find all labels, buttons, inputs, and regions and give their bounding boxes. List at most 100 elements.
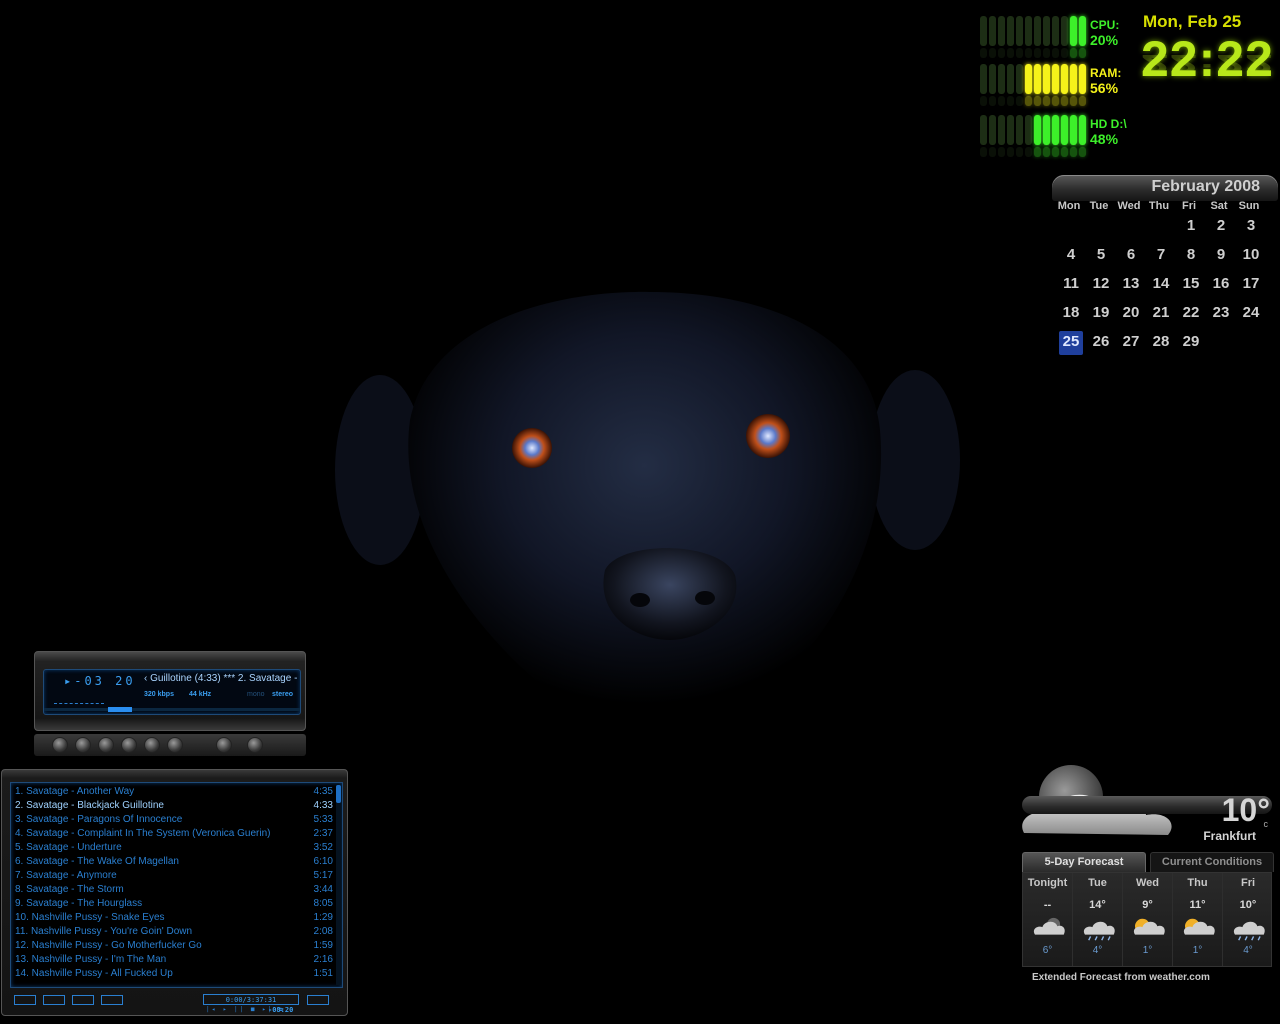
track-title: 10. Nashville Pussy - Snake Eyes (15, 912, 165, 923)
player-time[interactable]: ▸-03 20 (64, 674, 136, 688)
calendar-day[interactable]: 8 (1176, 244, 1206, 273)
playlist-scroll-thumb[interactable] (336, 785, 341, 803)
weekday-label: Tue (1089, 200, 1109, 212)
forecast-high: 14° (1089, 899, 1106, 911)
calendar-day[interactable]: 14 (1146, 273, 1176, 302)
playlist-row[interactable]: 10. Nashville Pussy - Snake Eyes 1:29 (15, 911, 333, 925)
meter-segment (1043, 64, 1050, 94)
meter-segment (989, 115, 996, 145)
calendar-day[interactable]: 16 (1206, 273, 1236, 302)
meter-segment (1070, 64, 1077, 94)
extended-forecast-link[interactable]: Extended Forecast from weather.com (1032, 972, 1210, 983)
playlist-scrollbar[interactable] (336, 785, 341, 985)
stop-button[interactable] (121, 737, 137, 753)
playlist-row[interactable]: 8. Savatage - The Storm 3:44 (15, 883, 333, 897)
meter-segment (1016, 96, 1023, 106)
misc-button[interactable] (101, 995, 123, 1005)
calendar-day[interactable]: 22 (1176, 302, 1206, 331)
calendar-day[interactable]: 19 (1086, 302, 1116, 331)
calendar-day[interactable]: 9 (1206, 244, 1236, 273)
temperature-unit: c (1263, 819, 1269, 829)
playlist-row[interactable]: 6. Savatage - The Wake Of Magellan 6:10 (15, 855, 333, 869)
meter-segment (1079, 115, 1086, 145)
meter-segment (1034, 147, 1041, 157)
spectrum-visualizer[interactable] (54, 690, 104, 704)
calendar-day[interactable]: 11 (1056, 273, 1086, 302)
calendar-day[interactable]: 12 (1086, 273, 1116, 302)
clock-date: Mon, Feb 25 (1143, 12, 1242, 31)
forecast-high: -- (1043, 899, 1052, 911)
calendar-day[interactable]: 24 (1236, 302, 1266, 331)
remove-button[interactable] (43, 995, 65, 1005)
calendar-day[interactable]: 15 (1176, 273, 1206, 302)
playlist-row[interactable]: 1. Savatage - Another Way 4:35 (15, 785, 333, 799)
meter-segment (998, 147, 1005, 157)
calendar-day[interactable]: 21 (1146, 302, 1176, 331)
playlist-row[interactable]: 3. Savatage - Paragons Of Innocence 5:33 (15, 813, 333, 827)
meter-segment (1052, 115, 1059, 145)
calendar-day[interactable]: 17 (1236, 273, 1266, 302)
meter-segment (1061, 16, 1068, 46)
shuffle-button[interactable] (216, 737, 232, 753)
meter-segment (1025, 48, 1032, 58)
playlist-row[interactable]: 13. Nashville Pussy - I'm The Man 2:16 (15, 953, 333, 967)
calendar-day[interactable]: 5 (1086, 244, 1116, 273)
pause-button[interactable] (98, 737, 114, 753)
calendar-widget: February 2008 Mon Tue Wed Thu Fri Sat Su… (1052, 175, 1278, 360)
tab-current-conditions[interactable]: Current Conditions (1150, 852, 1274, 872)
previous-button[interactable] (52, 737, 68, 753)
meter-segment (989, 96, 996, 106)
playlist-row[interactable]: 7. Savatage - Anymore 5:17 (15, 869, 333, 883)
weekday-label: Sun (1238, 200, 1260, 212)
calendar-day[interactable]: 3 (1236, 215, 1266, 244)
forecast-day: Wed 9° 1° (1123, 873, 1173, 966)
meter-segment (1016, 64, 1023, 94)
meter-segment (1043, 147, 1050, 157)
calendar-day[interactable]: 20 (1116, 302, 1146, 331)
calendar-day[interactable]: 4 (1056, 244, 1086, 273)
calendar-day[interactable]: 1 (1176, 215, 1206, 244)
ram-value: 56% (1090, 80, 1119, 96)
track-length: 2:37 (313, 828, 333, 839)
play-button[interactable] (75, 737, 91, 753)
meter-segment (1052, 64, 1059, 94)
repeat-button[interactable] (247, 737, 263, 753)
playlist-row[interactable]: 14. Nashville Pussy - All Fucked Up 1:51 (15, 967, 333, 981)
meter-segment (1061, 147, 1068, 157)
calendar-day[interactable]: 7 (1146, 244, 1176, 273)
playlist-row[interactable]: 5. Savatage - Underture 3:52 (15, 841, 333, 855)
calendar-day[interactable]: 29 (1176, 331, 1206, 360)
calendar-day[interactable]: 26 (1086, 331, 1116, 360)
meter-segment (1016, 16, 1023, 46)
calendar-day[interactable]: 27 (1116, 331, 1146, 360)
calendar-day[interactable]: 23 (1206, 302, 1236, 331)
meter-segment (1070, 48, 1077, 58)
forecast-low: 1° (1142, 945, 1153, 956)
select-button[interactable] (72, 995, 94, 1005)
calendar-day[interactable]: 18 (1056, 302, 1086, 331)
eject-button[interactable] (167, 737, 183, 753)
calendar-day[interactable]: 6 (1116, 244, 1146, 273)
seek-handle[interactable] (108, 707, 132, 712)
track-length: 1:51 (313, 968, 333, 979)
list-options-button[interactable] (307, 995, 329, 1005)
calendar-day[interactable]: 2 (1206, 215, 1236, 244)
playlist-row[interactable]: 11. Nashville Pussy - You're Goin' Down 2… (15, 925, 333, 939)
add-button[interactable] (14, 995, 36, 1005)
meter-segment (1052, 96, 1059, 106)
tab-5-day-forecast[interactable]: 5-Day Forecast (1022, 852, 1146, 872)
playlist-row[interactable]: 4. Savatage - Complaint In The System (V… (15, 827, 333, 841)
playlist-row[interactable]: 9. Savatage - The Hourglass 8:05 (15, 897, 333, 911)
forecast-high: 10° (1239, 899, 1257, 911)
calendar-today[interactable]: 25 (1059, 331, 1083, 355)
meter-segment (1079, 147, 1086, 157)
playlist-row[interactable]: 2. Savatage - Blackjack Guillotine 4:33 (15, 799, 333, 813)
calendar-day[interactable]: 28 (1146, 331, 1176, 360)
seek-bar[interactable] (44, 707, 300, 712)
playlist-row[interactable]: 12. Nashville Pussy - Go Motherfucker Go… (15, 939, 333, 953)
calendar-day[interactable]: 10 (1236, 244, 1266, 273)
meter-segment (989, 16, 996, 46)
calendar-day[interactable]: 13 (1116, 273, 1146, 302)
next-button[interactable] (144, 737, 160, 753)
meter-segment (1052, 48, 1059, 58)
